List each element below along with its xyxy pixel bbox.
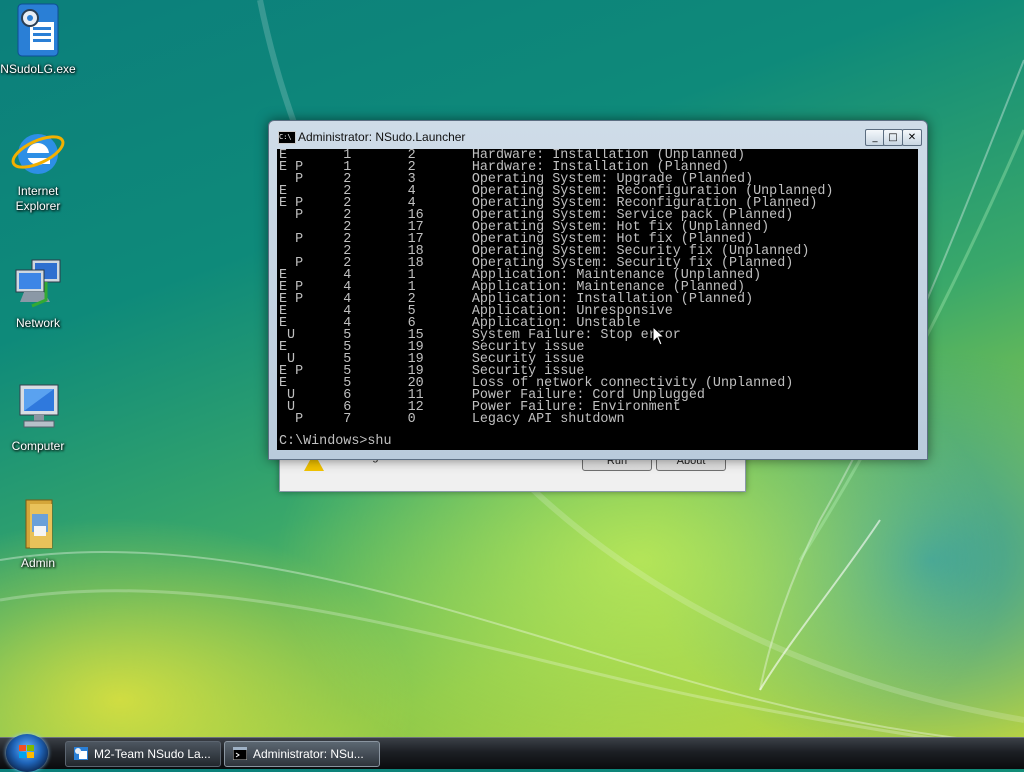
taskbar-button-nsudo[interactable]: M2-Team NSudo La...: [65, 741, 221, 767]
internet-explorer-icon: [10, 124, 66, 180]
title-bar[interactable]: C:\ Administrator: NSudo.Launcher _ □ ✕: [269, 121, 927, 149]
maximize-button[interactable]: □: [883, 129, 903, 146]
nsudo-app-icon: [10, 2, 66, 58]
desktop-icon-admin[interactable]: Admin: [0, 496, 76, 571]
taskbar-button-console[interactable]: Administrator: NSu...: [224, 741, 380, 767]
user-folder-icon: [10, 496, 66, 552]
nsudo-app-icon: [74, 747, 88, 760]
window-title: Administrator: NSudo.Launcher: [298, 130, 466, 144]
taskbar: M2-Team NSudo La... Administrator: NSu..…: [0, 734, 1024, 772]
taskbar-button-label: M2-Team NSudo La...: [94, 747, 211, 761]
console-line: P 7 0 Legacy API shutdown: [279, 412, 625, 427]
desktop-icon-label: Network: [15, 316, 60, 330]
windows-logo-icon: [19, 745, 34, 758]
desktop-icon-computer[interactable]: Computer: [0, 379, 76, 454]
console-output: E 1 2 Hardware: Installation (Unplanned)…: [279, 149, 833, 427]
console-icon: C:\: [278, 131, 296, 144]
desktop-icon-network[interactable]: Network: [0, 256, 76, 331]
computer-icon: [10, 379, 66, 435]
desktop-icon-label: Internet Explorer: [15, 184, 61, 213]
console-icon: [233, 747, 247, 760]
command-prompt[interactable]: C:\Windows>shu: [279, 435, 392, 448]
start-button[interactable]: [6, 734, 48, 772]
console-window[interactable]: C:\ Administrator: NSudo.Launcher _ □ ✕ …: [268, 120, 928, 460]
desktop-icon-label: NSudoLG.exe: [0, 62, 76, 76]
mouse-cursor-icon: [652, 326, 666, 346]
network-icon: [10, 256, 66, 312]
minimize-button[interactable]: _: [865, 129, 885, 146]
taskbar-button-label: Administrator: NSu...: [253, 747, 364, 761]
desktop-icon-internet-explorer[interactable]: Internet Explorer: [0, 124, 76, 214]
desktop-icon-label: Computer: [11, 439, 65, 453]
desktop-icon-label: Admin: [20, 556, 55, 570]
console-screen[interactable]: E 1 2 Hardware: Installation (Unplanned)…: [277, 149, 918, 450]
close-button[interactable]: ✕: [902, 129, 922, 146]
desktop-icon-nsudolg[interactable]: NSudoLG.exe: [0, 2, 76, 77]
